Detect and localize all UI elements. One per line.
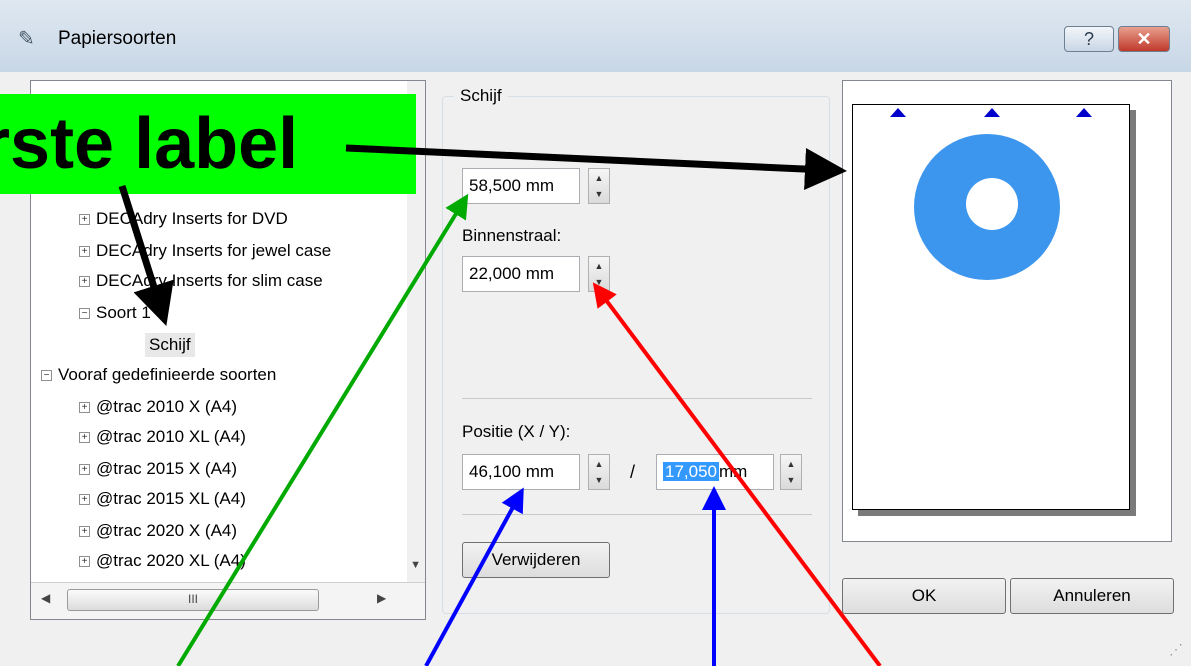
expand-icon[interactable]: +	[79, 464, 90, 476]
tree-item-label: DECAdry Inserts for slim case	[96, 271, 323, 290]
spin-down-icon[interactable]: ▼	[589, 274, 609, 290]
outer-radius-spinner[interactable]: ▲ ▼	[588, 168, 610, 204]
tree-item-label: @trac 2015 X (A4)	[96, 459, 238, 478]
scroll-down-icon[interactable]: ▼	[410, 559, 421, 571]
tree-item-label: Soort 1	[96, 303, 151, 322]
spin-down-icon[interactable]: ▼	[781, 472, 801, 488]
position-y-spinner[interactable]: ▲ ▼	[780, 454, 802, 490]
tree-item-label: DECAdry Inserts for jewel case	[96, 241, 332, 260]
scroll-thumb[interactable]: III	[67, 589, 319, 611]
tree-item-label: @trac 2010 XL (A4)	[96, 427, 246, 446]
tree-item[interactable]: + DECAdry Inserts for DVD	[79, 207, 288, 231]
expand-icon[interactable]: +	[79, 432, 90, 444]
cancel-button[interactable]: Annuleren	[1010, 578, 1174, 614]
annotation-callout-text: rste label	[0, 104, 299, 184]
position-marker-icon	[1076, 108, 1092, 117]
scroll-right-icon[interactable]: ▶	[377, 591, 386, 605]
position-y-input[interactable]: 17,050 mm	[656, 454, 774, 490]
selected-text: 17,050	[663, 462, 719, 481]
window-title: Papiersoorten	[58, 28, 177, 49]
tree-item[interactable]: + @trac 2015 XL (A4)	[79, 487, 246, 511]
unit-text: mm	[719, 462, 748, 481]
tree-item[interactable]: + @trac 2015 X (A4)	[79, 457, 237, 481]
tree-horizontal-scrollbar[interactable]: ◀ III ▶	[31, 582, 425, 619]
inner-radius-spinner[interactable]: ▲ ▼	[588, 256, 610, 292]
tree-item[interactable]: + @trac 2020 XL (A4)	[79, 549, 246, 573]
position-x-spinner[interactable]: ▲ ▼	[588, 454, 610, 490]
tree-item-label: DECAdry Inserts for DVD	[96, 209, 288, 228]
app-icon: ✎	[18, 28, 35, 50]
tree-item[interactable]: + @trac 2010 XL (A4)	[79, 425, 246, 449]
tree-item-label: @trac 2020 X (A4)	[96, 521, 238, 540]
position-marker-icon	[890, 108, 906, 117]
position-separator: /	[630, 462, 636, 482]
spin-down-icon[interactable]: ▼	[589, 186, 609, 202]
expand-icon[interactable]: +	[79, 556, 90, 568]
spin-down-icon[interactable]: ▼	[589, 472, 609, 488]
inner-radius-label: Binnenstraal:	[462, 226, 562, 245]
outer-radius-input[interactable]	[462, 168, 580, 204]
collapse-icon[interactable]: −	[41, 370, 52, 382]
spin-up-icon[interactable]: ▲	[589, 258, 609, 274]
tree-item[interactable]: − Vooraf gedefinieerde soorten	[41, 363, 276, 387]
expand-icon[interactable]: +	[79, 402, 90, 414]
tree-item-label: @trac 2015 XL (A4)	[96, 489, 246, 508]
separator	[462, 398, 812, 399]
tree-item-label: @trac 2020 XL (A4)	[96, 551, 246, 570]
tree-item-selected[interactable]: Schijf	[145, 333, 195, 357]
close-button[interactable]: ✕	[1118, 26, 1170, 52]
scroll-left-icon[interactable]: ◀	[41, 591, 50, 605]
tree-item[interactable]: + @trac 2010 X (A4)	[79, 395, 237, 419]
tree-item-label: @trac 2010 X (A4)	[96, 397, 238, 416]
tree-item[interactable]: − Soort 1	[79, 301, 151, 325]
inner-radius-input[interactable]	[462, 256, 580, 292]
expand-icon[interactable]: +	[79, 246, 90, 258]
expand-icon[interactable]: +	[79, 276, 90, 288]
position-x-input[interactable]	[462, 454, 580, 490]
tree-item[interactable]: + DECAdry Inserts for slim case	[79, 269, 323, 293]
resize-grip-icon[interactable]: ⋰	[1169, 641, 1183, 658]
position-marker-icon	[984, 108, 1000, 117]
title-bar: ✎ Papiersoorten ? ✕	[0, 0, 1191, 73]
delete-button[interactable]: Verwijderen	[462, 542, 610, 578]
spin-up-icon[interactable]: ▲	[781, 456, 801, 472]
help-button[interactable]: ?	[1064, 26, 1114, 52]
disc-hole	[966, 178, 1018, 230]
position-label: Positie (X / Y):	[462, 422, 571, 441]
expand-icon[interactable]: +	[79, 526, 90, 538]
spin-up-icon[interactable]: ▲	[589, 456, 609, 472]
tree-item[interactable]: + @trac 2020 X (A4)	[79, 519, 237, 543]
expand-icon[interactable]: +	[79, 494, 90, 506]
group-title: Schijf	[454, 86, 508, 106]
collapse-icon[interactable]: −	[79, 308, 90, 320]
tree-item-label: Vooraf gedefinieerde soorten	[58, 365, 277, 384]
spin-up-icon[interactable]: ▲	[589, 170, 609, 186]
ok-button[interactable]: OK	[842, 578, 1006, 614]
tree-item[interactable]: + DECAdry Inserts for jewel case	[79, 239, 331, 263]
expand-icon[interactable]: +	[79, 214, 90, 226]
separator	[462, 514, 812, 515]
tree-item-label: Schijf	[149, 335, 191, 354]
